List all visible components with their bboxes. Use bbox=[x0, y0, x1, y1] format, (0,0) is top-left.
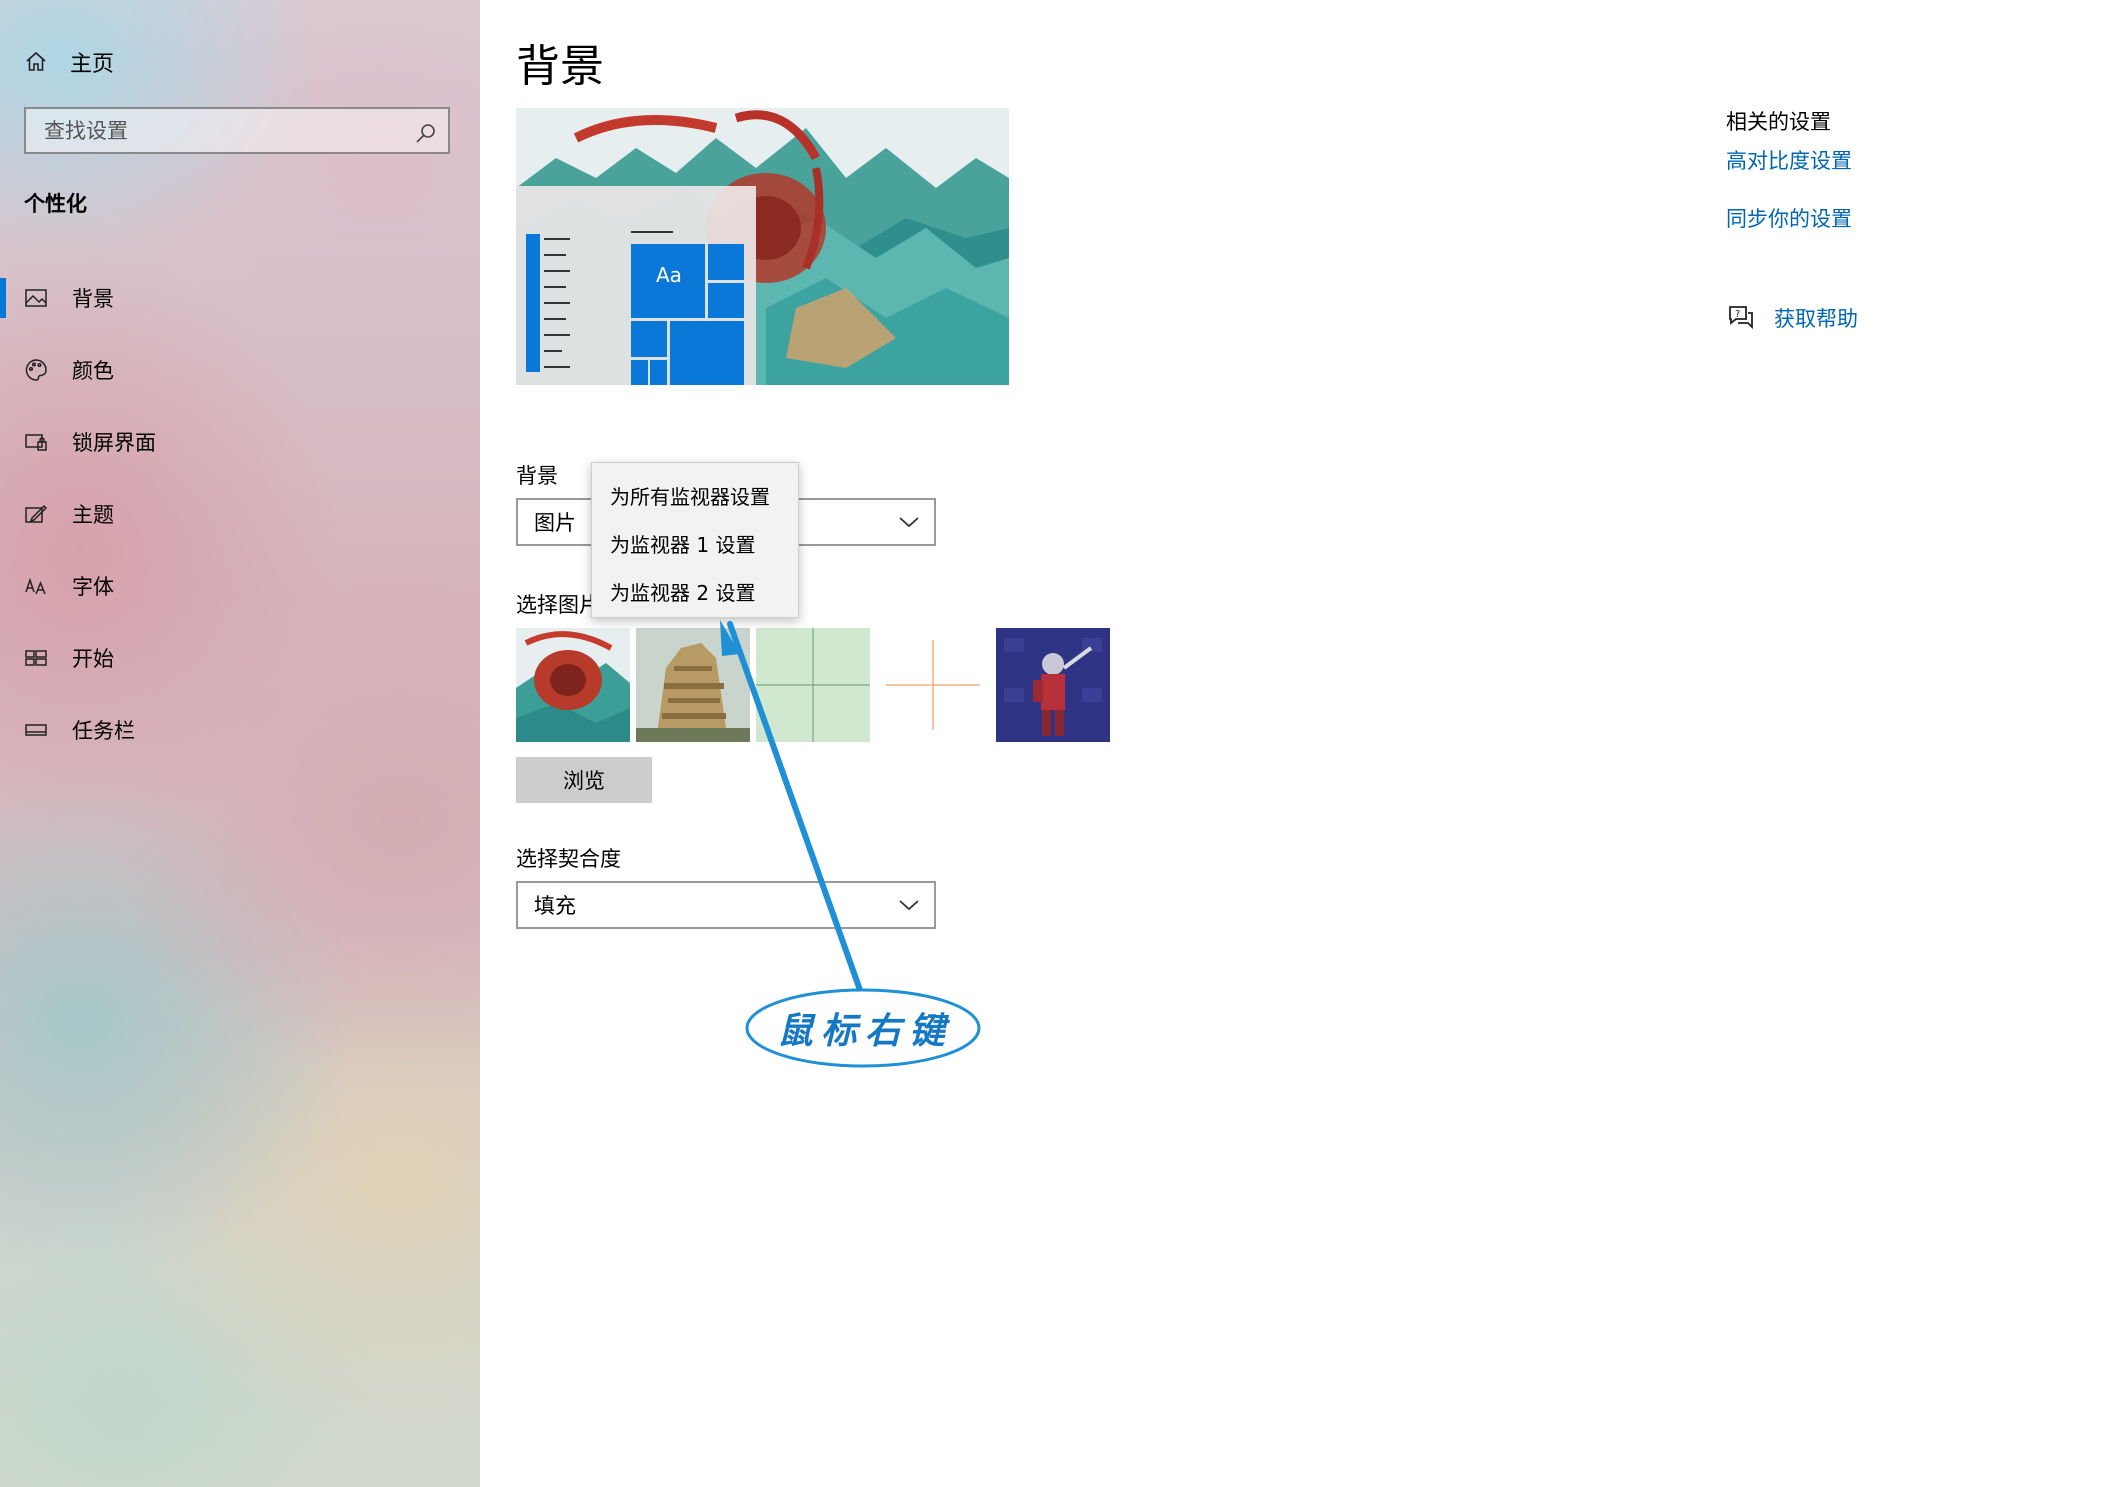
related-settings-title: 相关的设置 bbox=[1726, 110, 1831, 134]
sidebar-item-start[interactable]: 开始 bbox=[0, 622, 480, 694]
sidebar-item-fonts[interactable]: 字体 bbox=[0, 550, 480, 622]
menu-item-set-all-monitors[interactable]: 为所有监视器设置 bbox=[592, 473, 798, 521]
sidebar: 主页 个性化 背景 颜色 bbox=[0, 0, 480, 1487]
lock-screen-icon bbox=[24, 430, 48, 454]
sidebar-item-lockscreen[interactable]: 锁屏界面 bbox=[0, 406, 480, 478]
sidebar-item-label: 字体 bbox=[72, 575, 114, 599]
chevron-down-icon bbox=[899, 517, 919, 528]
sidebar-item-taskbar[interactable]: 任务栏 bbox=[0, 694, 480, 766]
choose-picture-label: 选择图片 bbox=[516, 593, 600, 617]
sidebar-item-background[interactable]: 背景 bbox=[0, 262, 480, 334]
palette-icon bbox=[24, 358, 48, 382]
preview-sample-text: Aa bbox=[656, 263, 682, 287]
svg-text:?: ? bbox=[1735, 309, 1740, 320]
sidebar-item-label: 背景 bbox=[72, 287, 114, 311]
sidebar-item-label: 锁屏界面 bbox=[72, 431, 156, 455]
sidebar-item-label: 主题 bbox=[72, 503, 114, 527]
context-menu: 为所有监视器设置 为监视器 1 设置 为监视器 2 设置 bbox=[591, 462, 799, 618]
section-title: 个性化 bbox=[24, 192, 87, 216]
search-input[interactable] bbox=[42, 117, 414, 144]
sidebar-item-label: 开始 bbox=[72, 647, 114, 671]
search-box[interactable] bbox=[24, 107, 450, 154]
page-title: 背景 bbox=[516, 41, 604, 92]
sidebar-item-label: 任务栏 bbox=[72, 719, 135, 743]
annotation-label: 鼠标右键 bbox=[776, 1010, 953, 1052]
wallpaper-thumbnail-image bbox=[516, 628, 630, 742]
start-icon bbox=[24, 646, 48, 670]
home-label: 主页 bbox=[70, 52, 115, 77]
home-nav-item[interactable]: 主页 bbox=[24, 44, 114, 80]
high-contrast-link[interactable]: 高对比度设置 bbox=[1726, 145, 1852, 175]
sidebar-item-label: 颜色 bbox=[72, 359, 114, 383]
fit-label: 选择契合度 bbox=[516, 847, 621, 871]
taskbar-icon bbox=[24, 718, 48, 742]
picture-thumbnail-1[interactable] bbox=[516, 628, 630, 742]
home-icon bbox=[24, 50, 48, 74]
get-help-link[interactable]: 获取帮助 bbox=[1774, 303, 1858, 333]
sidebar-item-themes[interactable]: 主题 bbox=[0, 478, 480, 550]
sidebar-item-colors[interactable]: 颜色 bbox=[0, 334, 480, 406]
menu-item-set-monitor-1[interactable]: 为监视器 1 设置 bbox=[592, 521, 798, 569]
font-icon bbox=[24, 574, 48, 598]
preview-window bbox=[516, 186, 756, 385]
nav-list: 背景 颜色 锁屏界面 主题 字体 开始 任务栏 bbox=[0, 262, 480, 766]
background-label: 背景 bbox=[516, 464, 558, 488]
desktop-preview: Aa bbox=[516, 108, 1009, 385]
browse-button[interactable]: 浏览 bbox=[516, 757, 652, 803]
help-chat-icon: ? bbox=[1729, 306, 1753, 330]
picture-icon bbox=[24, 286, 48, 310]
preview-list-bar bbox=[526, 234, 540, 372]
search-icon[interactable] bbox=[414, 121, 435, 143]
theme-icon bbox=[24, 502, 48, 526]
sync-settings-link[interactable]: 同步你的设置 bbox=[1726, 203, 1852, 233]
